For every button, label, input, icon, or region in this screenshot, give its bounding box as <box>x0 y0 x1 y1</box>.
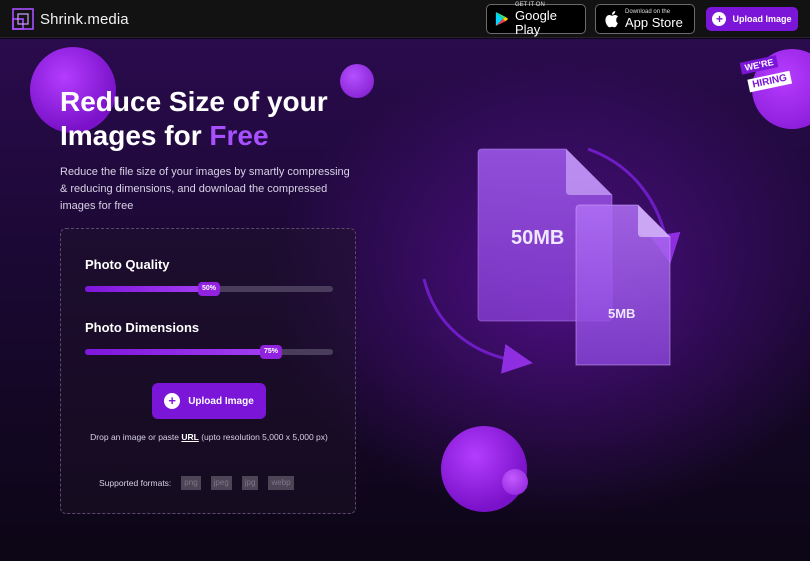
small-file-size: 5MB <box>608 306 636 321</box>
app-store-button[interactable]: Download on the App Store <box>595 4 695 34</box>
logo-icon <box>12 8 34 30</box>
paste-url-link[interactable]: URL <box>181 432 198 442</box>
dimensions-label: Photo Dimensions <box>85 320 200 335</box>
drop-prefix: Drop an image or paste <box>90 432 182 442</box>
dimensions-slider-fill <box>85 349 271 355</box>
apple-icon <box>605 11 618 28</box>
quality-slider-fill <box>85 286 209 292</box>
google-play-big: Google Play <box>515 7 557 37</box>
dimensions-slider[interactable]: 75% <box>85 345 333 359</box>
small-file-icon <box>575 204 671 366</box>
plus-icon: + <box>164 393 181 409</box>
header-upload-label: Upload Image <box>732 14 792 24</box>
drop-instructions: Drop an image or paste URL (upto resolut… <box>81 429 337 445</box>
headline-line1: Reduce Size of your <box>60 86 328 117</box>
upload-image-button[interactable]: + Upload Image <box>152 383 266 419</box>
drop-suffix: (upto resolution 5,000 x 5,000 px) <box>198 432 328 442</box>
header-upload-button[interactable]: + Upload Image <box>706 7 798 31</box>
compression-illustration <box>422 147 681 374</box>
format-badge: webp <box>268 476 294 490</box>
quality-slider-handle[interactable]: 50% <box>198 282 220 296</box>
hero-section: WE'RE HIRING Reduce Size of your Images … <box>0 39 810 561</box>
hero-description: Reduce the file size of your images by s… <box>60 166 350 212</box>
format-badge: png <box>181 476 201 490</box>
app-store-big: App Store <box>625 14 683 30</box>
plus-icon: + <box>712 12 727 26</box>
google-play-icon <box>495 12 509 26</box>
top-header: Shrink.media GET IT ON Google Play Downl… <box>0 0 810 38</box>
large-file-size: 50MB <box>511 227 565 249</box>
format-badge: jpg <box>241 476 259 490</box>
supported-formats: Supported formats: png jpeg jpg webp <box>99 475 294 491</box>
brand-name: Shrink.media <box>40 10 129 28</box>
formats-label: Supported formats: <box>99 478 172 488</box>
quality-label: Photo Quality <box>85 257 170 272</box>
google-play-button[interactable]: GET IT ON Google Play <box>486 2 586 37</box>
upload-image-label: Upload Image <box>188 395 254 407</box>
headline-accent: Free <box>209 120 269 151</box>
brand-logo[interactable]: Shrink.media <box>12 8 129 30</box>
quality-slider[interactable]: 50% <box>85 282 333 296</box>
headline-line2: Images for <box>60 120 210 151</box>
format-badge: jpeg <box>210 476 232 490</box>
dimensions-slider-handle[interactable]: 75% <box>260 345 282 359</box>
hiring-line1: WE'RE <box>739 55 779 75</box>
decorative-orb <box>502 469 528 495</box>
upload-card[interactable]: Photo Quality 50% Photo Dimensions 75% +… <box>60 228 356 514</box>
page-title: Reduce Size of your Images for Free <box>60 85 380 153</box>
